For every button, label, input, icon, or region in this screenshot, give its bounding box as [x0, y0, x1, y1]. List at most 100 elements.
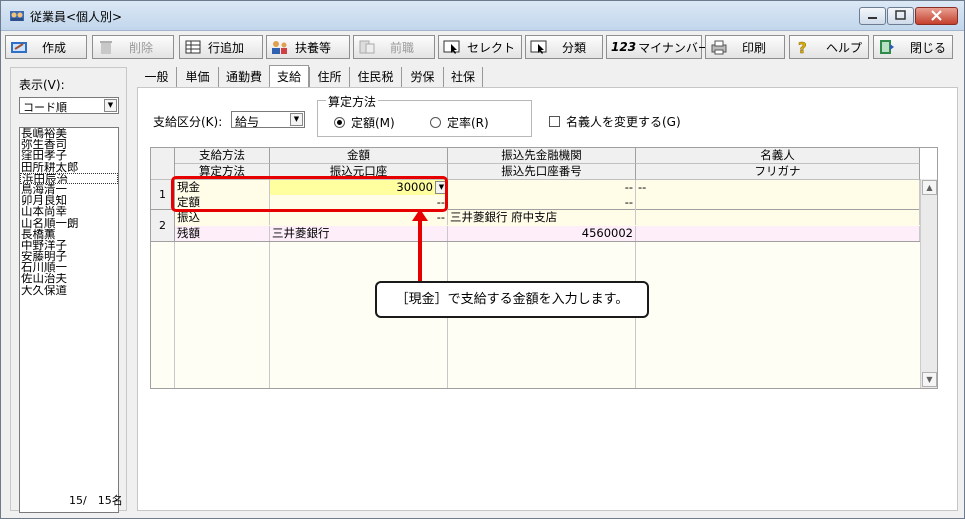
- select-button[interactable]: セレクト: [438, 35, 522, 59]
- dropdown-arrow-icon[interactable]: ▼: [290, 113, 303, 126]
- highlight-box: [171, 176, 448, 212]
- toolbar: 作成 削除 行追加 扶養等 前職 セレクト 分類 123 マイナンバー 印刷 ?…: [5, 35, 960, 59]
- cell-bank[interactable]: 三井菱銀行 府中支店: [448, 210, 636, 225]
- display-label: 表示(V):: [19, 78, 65, 92]
- previous-job-icon: [359, 40, 375, 54]
- app-icon: [10, 11, 24, 21]
- mynumber-icon: 123: [611, 40, 637, 54]
- classify-button[interactable]: 分類: [525, 35, 603, 59]
- calc-method-title: 算定方法: [326, 93, 379, 110]
- list-item[interactable]: 弥生香司: [20, 139, 118, 150]
- main-window: 従業員<個人別> 作成 削除 行追加 扶養等 前職 セレクト 分類 123 マイ…: [0, 0, 965, 519]
- list-item[interactable]: 長嶋裕美: [20, 128, 118, 139]
- cell-bank[interactable]: --: [448, 180, 636, 195]
- list-item[interactable]: 佐山治夫: [20, 273, 118, 284]
- create-icon: [11, 42, 27, 53]
- tab-address[interactable]: 住所: [309, 67, 349, 87]
- close-icon: [931, 10, 942, 21]
- delete-icon: [100, 41, 112, 54]
- header-holder: 名義人: [636, 148, 920, 164]
- dependents-icon: [272, 41, 287, 54]
- list-item[interactable]: 山本尚幸: [20, 206, 118, 217]
- tab-commute[interactable]: 通勤費: [218, 67, 269, 87]
- cell-furigana[interactable]: [636, 195, 920, 210]
- grid-scrollbar[interactable]: ▲ ▼: [920, 179, 937, 388]
- maximize-icon: [895, 10, 906, 20]
- cell-account[interactable]: --: [448, 195, 636, 210]
- employee-panel: 表示(V): コード順 ▼ 長嶋裕美 弥生香司 窪田孝子 田所耕太郎 浜田辰治 …: [10, 67, 127, 513]
- employee-count: 15/ 15名: [69, 494, 123, 507]
- add-row-button[interactable]: 行追加: [179, 35, 263, 59]
- help-button[interactable]: ? ヘルプ: [789, 35, 869, 59]
- header-bank: 振込先金融機関: [448, 148, 636, 164]
- grid-line: [269, 242, 270, 388]
- grid-corner: [151, 148, 175, 180]
- list-item[interactable]: 卯月良知: [20, 195, 118, 206]
- header-amount: 金額: [270, 148, 448, 164]
- title-bar[interactable]: 従業員<個人別>: [1, 1, 964, 31]
- cell-calc[interactable]: 残額: [175, 226, 270, 241]
- help-icon: ?: [798, 39, 807, 55]
- previous-job-button[interactable]: 前職: [353, 35, 435, 59]
- delete-button[interactable]: 削除: [92, 35, 174, 59]
- cell-method[interactable]: 振込: [175, 210, 270, 225]
- radio-fixed-amount[interactable]: 定額(M): [334, 114, 395, 131]
- list-item[interactable]: 鳥海清一: [20, 184, 118, 195]
- radio-unchecked-icon: [430, 117, 441, 128]
- arrow-line: [418, 219, 422, 281]
- tab-general[interactable]: 一般: [137, 67, 176, 87]
- list-item[interactable]: 長橋薫: [20, 229, 118, 240]
- sort-order-select[interactable]: コード順 ▼: [19, 97, 119, 114]
- minimize-icon: [868, 17, 877, 19]
- change-name-checkbox[interactable]: 名義人を変更する(G): [549, 113, 681, 130]
- mynumber-button[interactable]: 123 マイナンバー: [606, 35, 710, 59]
- select-icon: [443, 40, 460, 54]
- close-book-icon: [880, 40, 894, 54]
- add-row-icon: [185, 40, 201, 54]
- list-item[interactable]: 中野洋子: [20, 240, 118, 251]
- callout: ［現金］で支給する金額を入力します。: [375, 281, 649, 318]
- classify-icon: [530, 40, 547, 54]
- scroll-down-icon[interactable]: ▼: [922, 372, 937, 387]
- dropdown-arrow-icon[interactable]: ▼: [104, 99, 117, 112]
- grid-line: [174, 242, 175, 388]
- tab-labor-insurance[interactable]: 労保: [401, 67, 443, 87]
- minimize-button[interactable]: [859, 7, 886, 25]
- row-number: 2: [151, 210, 175, 242]
- pay-class-label: 支給区分(K):: [153, 115, 223, 129]
- create-button[interactable]: 作成: [5, 35, 87, 59]
- cell-furigana[interactable]: [636, 226, 920, 241]
- print-icon: [711, 40, 727, 55]
- employee-list: 長嶋裕美 弥生香司 窪田孝子 田所耕太郎 浜田辰治 鳥海清一 卯月良知 山本尚幸…: [19, 127, 119, 513]
- list-item[interactable]: 田所耕太郎: [20, 162, 118, 173]
- tab-social-insurance[interactable]: 社保: [443, 67, 483, 87]
- close-button[interactable]: 閉じる: [873, 35, 953, 59]
- list-item[interactable]: 安藤明子: [20, 251, 118, 262]
- print-button[interactable]: 印刷: [705, 35, 785, 59]
- cell-holder[interactable]: [636, 210, 920, 225]
- header-account-number: 振込先口座番号: [448, 164, 636, 180]
- window-title: 従業員<個人別>: [30, 10, 123, 24]
- list-item-selected[interactable]: 浜田辰治: [20, 172, 118, 184]
- calc-method-group: 算定方法 定額(M) 定率(R): [317, 93, 532, 137]
- tab-resident-tax[interactable]: 住民税: [349, 67, 401, 87]
- radio-fixed-rate[interactable]: 定率(R): [430, 114, 489, 131]
- cell-account[interactable]: 4560002: [448, 226, 636, 241]
- header-furigana: フリガナ: [636, 164, 920, 180]
- pay-class-select[interactable]: 給与 ▼: [231, 111, 305, 129]
- checkbox-icon: [549, 116, 560, 127]
- dependents-button[interactable]: 扶養等: [266, 35, 350, 59]
- header-pay-method: 支給方法: [175, 148, 270, 164]
- radio-checked-icon: [334, 117, 345, 128]
- cell-holder[interactable]: --: [636, 180, 920, 195]
- close-window-button[interactable]: [915, 7, 958, 25]
- svg-text:?: ?: [798, 39, 807, 55]
- list-item[interactable]: 山名順一朗: [20, 218, 118, 229]
- list-item[interactable]: 大久保道: [20, 285, 118, 296]
- scroll-up-icon[interactable]: ▲: [922, 180, 937, 195]
- list-item[interactable]: 窪田孝子: [20, 150, 118, 161]
- list-item[interactable]: 石川順一: [20, 262, 118, 273]
- tab-unit-price[interactable]: 単価: [176, 67, 218, 87]
- maximize-button[interactable]: [887, 7, 914, 25]
- tab-payment[interactable]: 支給: [269, 65, 309, 87]
